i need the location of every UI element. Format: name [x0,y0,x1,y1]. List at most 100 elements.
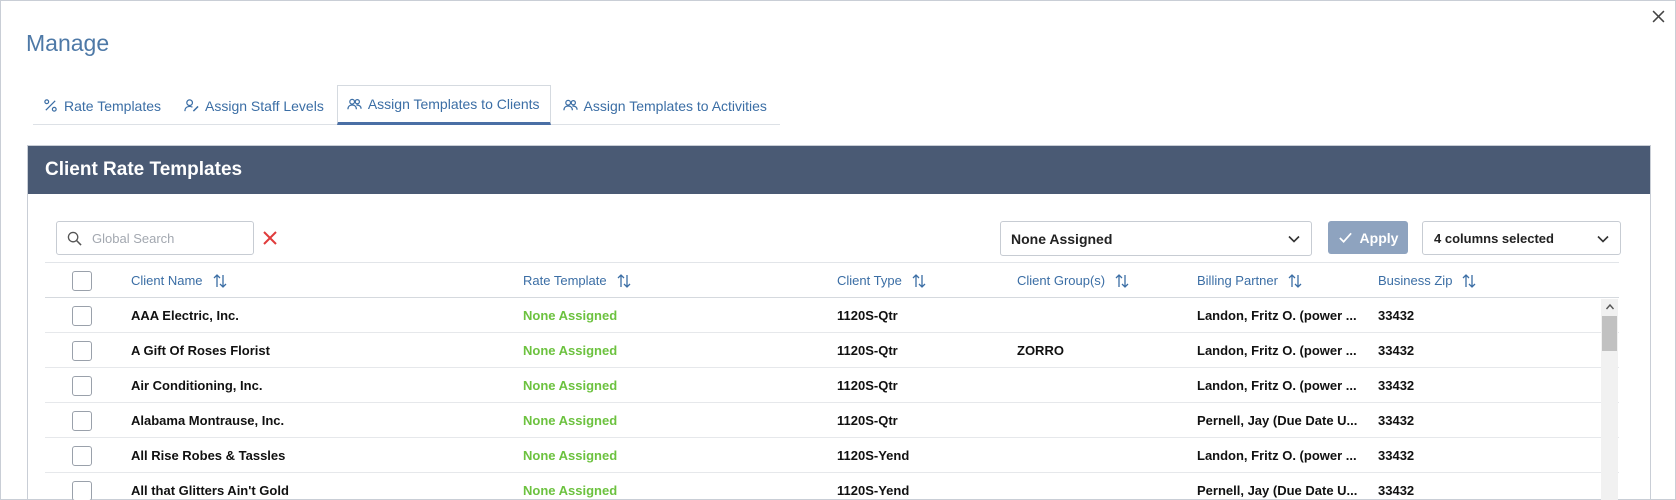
client-type-cell: 1120S-Yend [837,448,910,463]
close-icon [1652,10,1664,22]
scroll-up-button[interactable] [1601,299,1618,315]
business-zip-cell: 33432 [1378,413,1415,428]
chevron-down-icon [1597,235,1609,243]
manage-dialog: Manage Rate Templates Assign Staff Level… [0,0,1676,500]
tab-assign-templates-to-activities[interactable]: Assign Templates to Activities [553,85,778,125]
row-select-cell [72,333,102,368]
tab-label: Assign Staff Levels [205,97,324,114]
column-header-client-type[interactable]: Client Type [837,263,1007,298]
row-checkbox[interactable] [72,480,92,500]
select-all-cell [72,263,102,298]
business-zip-cell: 33432 [1378,448,1415,463]
billing-partner-cell: Pernell, Jay (Due Date U... [1197,413,1358,428]
row-select-cell [72,298,102,333]
client-rate-templates-panel: Client Rate Templates None Assigned Appl… [27,145,1651,500]
rate-template-filter-value: None Assigned [1011,230,1113,247]
billing-partner-cell: Landon, Fritz O. (power ... [1197,308,1357,323]
rate-template-cell: None Assigned [523,448,618,463]
client-name-cell: All Rise Robes & Tassles [131,448,286,463]
table-row[interactable]: AAA Electric, Inc. None Assigned 1120S-Q… [45,298,1619,333]
rate-template-cell: None Assigned [523,483,618,498]
row-checkbox[interactable] [72,375,92,396]
sort-icon[interactable] [1287,273,1303,289]
chevron-down-icon [1288,235,1300,243]
client-type-cell: 1120S-Qtr [837,378,898,393]
row-checkbox[interactable] [72,410,92,431]
rate-template-cell: None Assigned [523,413,618,428]
client-type-cell: 1120S-Qtr [837,308,898,323]
columns-select-value: 4 columns selected [1434,230,1554,246]
row-checkbox[interactable] [72,305,92,326]
user-edit-icon [184,99,199,112]
rate-template-cell: None Assigned [523,378,618,393]
tab-label: Assign Templates to Clients [367,96,540,112]
business-zip-cell: 33432 [1378,308,1415,323]
client-type-cell: 1120S-Qtr [837,413,898,428]
billing-partner-cell: Landon, Fritz O. (power ... [1197,378,1357,393]
client-group-cell: ZORRO [1017,343,1064,358]
column-header-billing-partner[interactable]: Billing Partner [1197,263,1365,298]
column-header-label: Client Type [837,273,902,288]
sort-icon[interactable] [1461,273,1477,289]
sort-icon[interactable] [1114,273,1130,289]
column-header-label: Billing Partner [1197,273,1278,288]
client-name-cell: Air Conditioning, Inc. [131,378,263,393]
client-type-cell: 1120S-Qtr [837,343,898,358]
column-header-client-groups[interactable]: Client Group(s) [1017,263,1187,298]
row-select-cell [72,473,102,500]
business-zip-cell: 33432 [1378,483,1415,498]
column-header-client-name[interactable]: Client Name [131,263,511,298]
search-input[interactable] [92,230,242,246]
client-name-cell: Alabama Montrause, Inc. [131,413,285,428]
billing-partner-cell: Landon, Fritz O. (power ... [1197,343,1357,358]
business-zip-cell: 33432 [1378,343,1415,358]
global-search [56,221,254,255]
column-header-label: Business Zip [1378,273,1453,288]
sort-icon[interactable] [616,273,632,289]
close-icon [263,231,277,245]
table-row[interactable]: All Rise Robes & Tassles None Assigned 1… [45,438,1619,473]
clear-search-button[interactable] [261,229,279,247]
sort-icon[interactable] [911,273,927,289]
select-all-checkbox[interactable] [72,270,92,291]
client-name-cell: AAA Electric, Inc. [131,308,239,323]
search-icon [67,231,82,246]
grid-scrollbar[interactable] [1601,299,1618,500]
business-zip-cell: 33432 [1378,378,1415,393]
tab-label: Rate Templates [64,97,162,114]
rate-template-filter[interactable]: None Assigned [1000,221,1312,256]
percent-icon [44,99,57,112]
client-type-cell: 1120S-Yend [837,483,910,498]
billing-partner-cell: Landon, Fritz O. (power ... [1197,448,1357,463]
table-row[interactable]: A Gift Of Roses Florist None Assigned 11… [45,333,1619,368]
row-checkbox[interactable] [72,445,92,466]
panel-title: Client Rate Templates [28,146,1650,194]
tab-label: Assign Templates to Activities [583,97,767,114]
column-header-label: Rate Template [523,273,607,288]
column-header-label: Client Name [131,273,203,288]
table-row[interactable]: Air Conditioning, Inc. None Assigned 112… [45,368,1619,403]
sort-icon[interactable] [212,273,228,289]
table-row[interactable]: Alabama Montrause, Inc. None Assigned 11… [45,403,1619,438]
row-select-cell [72,438,102,473]
client-group-cell [1017,368,1187,403]
apply-button[interactable]: Apply [1328,221,1408,254]
row-checkbox[interactable] [72,340,92,361]
tab-rate-templates[interactable]: Rate Templates [33,85,172,125]
client-group-cell [1017,298,1187,333]
columns-select[interactable]: 4 columns selected [1422,221,1621,255]
scroll-thumb[interactable] [1602,316,1617,351]
tab-assign-templates-to-clients[interactable]: Assign Templates to Clients [336,85,551,125]
apply-button-label: Apply [1359,229,1399,246]
client-group-cell [1017,403,1187,438]
row-select-cell [72,368,102,403]
users-icon [347,98,362,109]
column-header-rate-template[interactable]: Rate Template [523,263,823,298]
tab-assign-staff-levels[interactable]: Assign Staff Levels [174,85,335,125]
column-header-business-zip[interactable]: Business Zip [1378,263,1498,298]
dialog-title: Manage [26,30,110,56]
table-row[interactable]: All that Glitters Ain't Gold None Assign… [45,473,1619,500]
billing-partner-cell: Pernell, Jay (Due Date U... [1197,483,1358,498]
client-name-cell: All that Glitters Ain't Gold [131,483,289,498]
close-button[interactable] [1649,7,1667,25]
